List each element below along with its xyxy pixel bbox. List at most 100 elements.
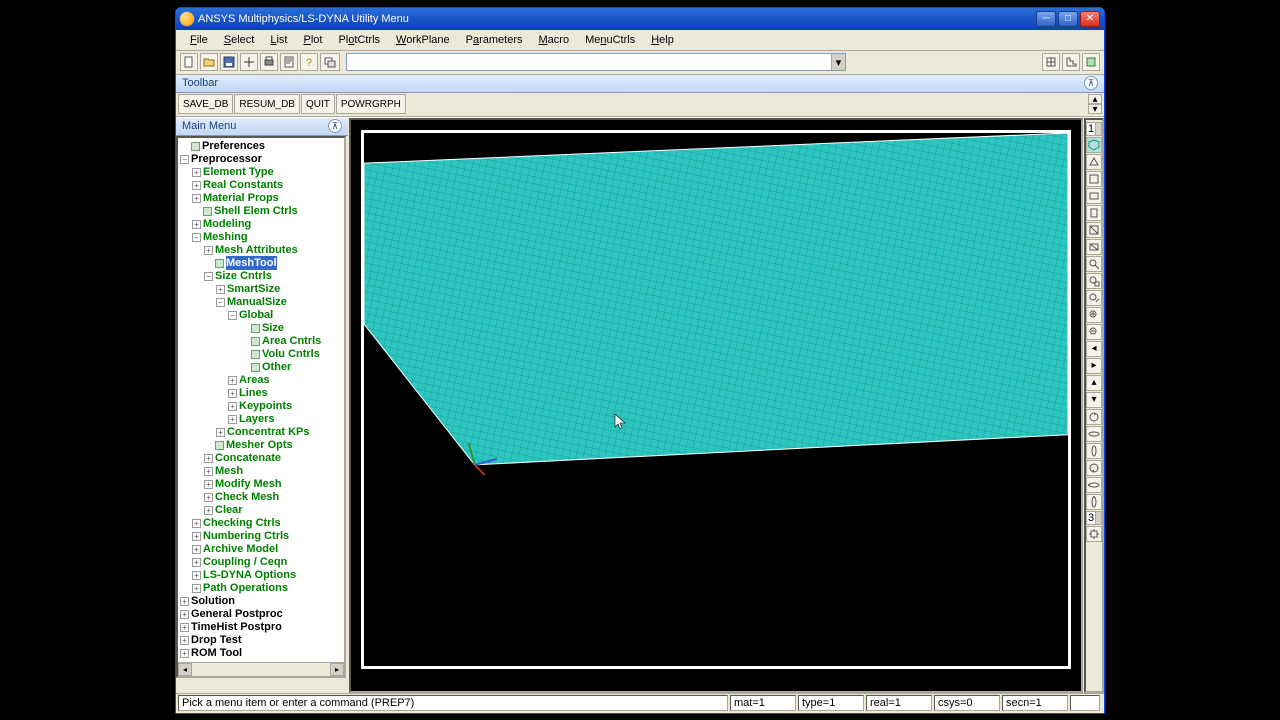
tree-lines[interactable]: +Lines xyxy=(178,387,344,400)
tree-lsdyna-options[interactable]: +LS-DYNA Options xyxy=(178,569,344,582)
tree-area-cntrls[interactable]: Area Cntrls xyxy=(178,335,344,348)
new-file-icon[interactable] xyxy=(180,53,198,71)
rotate-z-icon[interactable] xyxy=(1086,409,1102,425)
tree-modeling[interactable]: +Modeling xyxy=(178,218,344,231)
minimize-button[interactable]: ─ xyxy=(1036,11,1056,27)
rotate-neg-y-icon[interactable] xyxy=(1086,477,1102,493)
tree-volu-cntrls[interactable]: Volu Cntrls xyxy=(178,348,344,361)
zoom-fit-icon[interactable] xyxy=(1086,256,1102,272)
help-icon[interactable]: ? xyxy=(300,53,318,71)
tree[interactable]: Preferences −Preprocessor +Element Type … xyxy=(178,138,344,662)
iso-view-icon[interactable] xyxy=(1086,137,1102,153)
menu-workplane[interactable]: WorkPlane xyxy=(388,32,458,48)
tree-keypoints[interactable]: +Keypoints xyxy=(178,400,344,413)
resum-db-button[interactable]: RESUM_DB xyxy=(234,94,300,114)
tree-clear[interactable]: +Clear xyxy=(178,504,344,517)
rotate-x-icon[interactable] xyxy=(1086,443,1102,459)
main-menu-collapse-icon[interactable]: ⊼ xyxy=(328,119,342,133)
tree-timehist-postpro[interactable]: +TimeHist Postpro xyxy=(178,621,344,634)
zoom-back-icon[interactable] xyxy=(1086,290,1102,306)
tool-b-icon[interactable] xyxy=(1062,53,1080,71)
menu-plot[interactable]: Plot xyxy=(295,32,330,48)
tree-drop-test[interactable]: +Drop Test xyxy=(178,634,344,647)
tree-preferences[interactable]: Preferences xyxy=(178,140,344,153)
graphics-canvas[interactable] xyxy=(349,118,1083,693)
tree-coupling-ceqn[interactable]: +Coupling / Ceqn xyxy=(178,556,344,569)
tree-shell-elem-ctrls[interactable]: Shell Elem Ctrls xyxy=(178,205,344,218)
menu-macro[interactable]: Macro xyxy=(531,32,578,48)
rotate-neg-z-icon[interactable] xyxy=(1086,460,1102,476)
zoom-out-icon[interactable] xyxy=(1086,324,1102,340)
tree-mesh-attributes[interactable]: +Mesh Attributes xyxy=(178,244,344,257)
tree-size-cntrls[interactable]: −Size Cntrls xyxy=(178,270,344,283)
command-input-dropdown-icon[interactable]: ▾ xyxy=(831,54,845,70)
tree-other[interactable]: Other xyxy=(178,361,344,374)
panzoom-icon[interactable] xyxy=(240,53,258,71)
raise-hidden-icon[interactable] xyxy=(320,53,340,71)
pan-up-icon[interactable]: ▴ xyxy=(1086,375,1102,391)
tree-checking-ctrls[interactable]: +Checking Ctrls xyxy=(178,517,344,530)
tree-element-type[interactable]: +Element Type xyxy=(178,166,344,179)
window-selector[interactable]: 1 xyxy=(1086,122,1102,136)
tree-archive-model[interactable]: +Archive Model xyxy=(178,543,344,556)
tree-modify-mesh[interactable]: +Modify Mesh xyxy=(178,478,344,491)
tree-meshtool[interactable]: MeshTool xyxy=(178,257,344,270)
tree-scroll-right-icon[interactable]: ▸ xyxy=(330,663,344,676)
right-view-icon[interactable] xyxy=(1086,188,1102,204)
menu-menuctrls[interactable]: MenuCtrls xyxy=(577,32,643,48)
menu-plotctrls[interactable]: PlotCtrls xyxy=(330,32,388,48)
report-icon[interactable] xyxy=(280,53,298,71)
menu-help[interactable]: Help xyxy=(643,32,682,48)
zoom-box-icon[interactable] xyxy=(1086,273,1102,289)
menu-parameters[interactable]: Parameters xyxy=(458,32,531,48)
powrgrph-button[interactable]: POWRGRPH xyxy=(336,94,406,114)
pan-right-icon[interactable]: ▸ xyxy=(1086,358,1102,374)
tree-smartsize[interactable]: +SmartSize xyxy=(178,283,344,296)
tree-meshing[interactable]: −Meshing xyxy=(178,231,344,244)
tree-check-mesh[interactable]: +Check Mesh xyxy=(178,491,344,504)
tree-mesher-opts[interactable]: Mesher Opts xyxy=(178,439,344,452)
tree-rom-tool[interactable]: +ROM Tool xyxy=(178,647,344,660)
zoom-in-icon[interactable] xyxy=(1086,307,1102,323)
tree-mesh[interactable]: +Mesh xyxy=(178,465,344,478)
tree-size[interactable]: Size xyxy=(178,322,344,335)
rotate-y-icon[interactable] xyxy=(1086,426,1102,442)
tool-a-icon[interactable] xyxy=(1042,53,1060,71)
tree-real-constants[interactable]: +Real Constants xyxy=(178,179,344,192)
oblique-view-icon[interactable] xyxy=(1086,154,1102,170)
tree-h-scrollbar[interactable]: ◂ ▸ xyxy=(178,662,344,676)
menu-file[interactable]: File xyxy=(182,32,216,48)
open-file-icon[interactable] xyxy=(200,53,218,71)
print-icon[interactable] xyxy=(260,53,278,71)
pan-left-icon[interactable]: ◂ xyxy=(1086,341,1102,357)
tree-path-operations[interactable]: +Path Operations xyxy=(178,582,344,595)
tree-material-props[interactable]: +Material Props xyxy=(178,192,344,205)
macro-scroll-up-icon[interactable]: ▴ xyxy=(1088,94,1102,104)
tool-c-icon[interactable] xyxy=(1082,53,1100,71)
tree-areas[interactable]: +Areas xyxy=(178,374,344,387)
tree-concatenate[interactable]: +Concatenate xyxy=(178,452,344,465)
close-button[interactable]: ✕ xyxy=(1080,11,1100,27)
tree-scroll-left-icon[interactable]: ◂ xyxy=(178,663,192,676)
back-view-icon[interactable] xyxy=(1086,222,1102,238)
menu-list[interactable]: List xyxy=(262,32,295,48)
maximize-button[interactable]: □ xyxy=(1058,11,1078,27)
macro-scroll-down-icon[interactable]: ▾ xyxy=(1088,104,1102,114)
tree-manualsize[interactable]: −ManualSize xyxy=(178,296,344,309)
tree-layers[interactable]: +Layers xyxy=(178,413,344,426)
tree-numbering-ctrls[interactable]: +Numbering Ctrls xyxy=(178,530,344,543)
toolbar-collapse-icon[interactable]: ⊼ xyxy=(1084,76,1098,90)
tree-global[interactable]: −Global xyxy=(178,309,344,322)
top-view-icon[interactable] xyxy=(1086,205,1102,221)
front-view-icon[interactable] xyxy=(1086,171,1102,187)
dynamic-mode-icon[interactable] xyxy=(1086,526,1102,542)
left-view-icon[interactable] xyxy=(1086,239,1102,255)
tree-general-postproc[interactable]: +General Postproc xyxy=(178,608,344,621)
command-input-field[interactable] xyxy=(347,54,831,70)
rate-selector[interactable]: 3 xyxy=(1086,511,1102,525)
save-file-icon[interactable] xyxy=(220,53,238,71)
command-input[interactable]: ▾ xyxy=(346,53,846,71)
tree-preprocessor[interactable]: −Preprocessor xyxy=(178,153,344,166)
tree-solution[interactable]: +Solution xyxy=(178,595,344,608)
save-db-button[interactable]: SAVE_DB xyxy=(178,94,233,114)
